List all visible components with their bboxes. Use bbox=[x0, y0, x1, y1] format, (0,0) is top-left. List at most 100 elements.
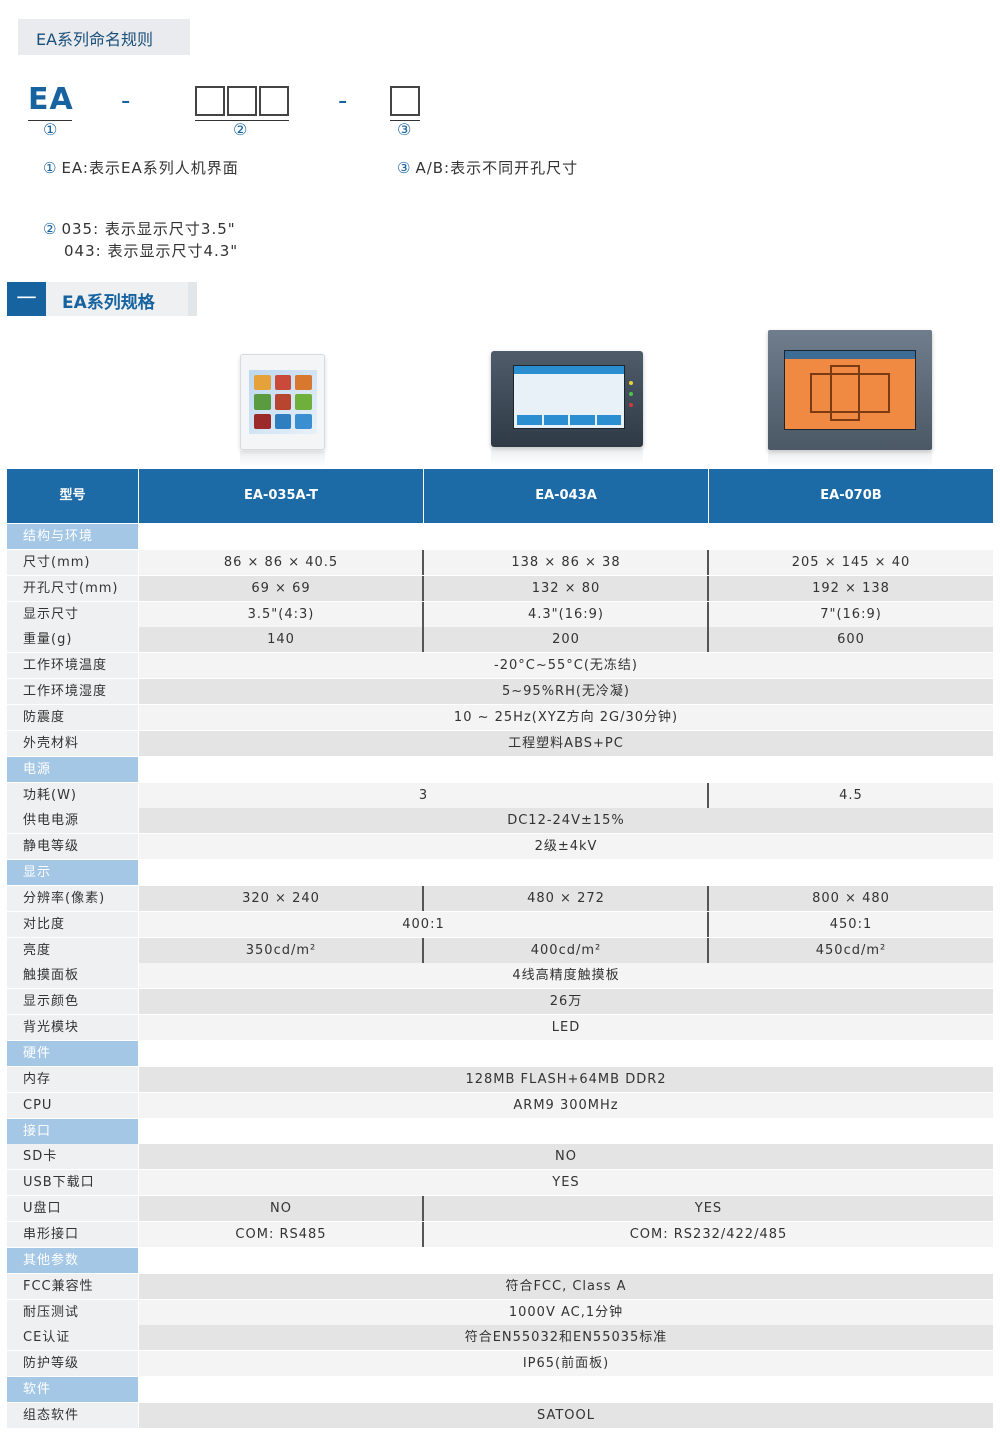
code-dash-1: - bbox=[121, 86, 131, 116]
table-row: 外壳材料 工程塑料ABS+PC bbox=[7, 730, 993, 757]
row-label: 防震度 bbox=[7, 704, 138, 730]
device-reflection bbox=[491, 448, 643, 466]
code-prefix: EA bbox=[28, 82, 74, 117]
row-value: 86 × 86 × 40.5 bbox=[139, 549, 423, 575]
row-value: DC12-24V±15% bbox=[139, 808, 993, 834]
category-row: 结构与环境 bbox=[7, 524, 993, 550]
status-leds bbox=[629, 381, 633, 411]
row-value: IP65(前面板) bbox=[139, 1351, 993, 1377]
row-value: 400cd/m² bbox=[424, 937, 708, 963]
cell-separator bbox=[422, 627, 424, 653]
category-filler bbox=[139, 1041, 993, 1066]
row-label: 工作环境湿度 bbox=[7, 679, 138, 705]
table-row: 背光模块 LED bbox=[7, 1015, 993, 1041]
row-label: 串形接口 bbox=[7, 1221, 138, 1247]
table-row: 对比度 400:1 450:1 bbox=[7, 911, 993, 938]
row-label: 内存 bbox=[7, 1066, 138, 1092]
cell-separator bbox=[707, 575, 709, 601]
category-filler bbox=[139, 860, 993, 886]
category-label: 其他参数 bbox=[7, 1247, 138, 1273]
row-value: 1000V AC,1分钟 bbox=[139, 1299, 993, 1325]
category-row: 接口 bbox=[7, 1118, 993, 1145]
row-value: 320 × 240 bbox=[139, 885, 423, 911]
row-value: YES bbox=[139, 1170, 993, 1196]
row-label: 背光模块 bbox=[7, 1015, 138, 1041]
category-filler bbox=[139, 756, 993, 782]
row-value: 480 × 272 bbox=[424, 885, 708, 911]
row-value: 符合EN55032和EN55035标准 bbox=[139, 1325, 993, 1351]
spec-section-title: EA系列规格 bbox=[62, 293, 155, 313]
device-image-ea035 bbox=[240, 354, 325, 450]
row-value: 140 bbox=[139, 627, 423, 653]
device-reflection bbox=[768, 451, 932, 467]
row-label: 亮度 bbox=[7, 937, 138, 963]
row-value: 4.3"(16:9) bbox=[424, 601, 708, 627]
row-label: 对比度 bbox=[7, 911, 138, 937]
legend-item-2b: 043: 表示显示尺寸4.3" bbox=[64, 240, 238, 261]
category-filler bbox=[139, 1247, 993, 1273]
category-label: 接口 bbox=[7, 1118, 138, 1144]
row-value: 132 × 80 bbox=[424, 575, 708, 601]
row-value: 350cd/m² bbox=[139, 937, 423, 963]
table-row: FCC兼容性 符合FCC, Class A bbox=[7, 1273, 993, 1300]
table-row: 尺寸(mm) 86 × 86 × 40.5 138 × 86 × 38 205 × 1… bbox=[7, 549, 993, 576]
table-row: 功耗(W) 3 4.5 bbox=[7, 782, 993, 809]
row-value: NO bbox=[139, 1144, 993, 1170]
category-label: 硬件 bbox=[7, 1041, 138, 1066]
row-value: 450cd/m² bbox=[709, 937, 993, 963]
table-row: CPU ARM9 300MHz bbox=[7, 1092, 993, 1119]
row-value: COM: RS485 bbox=[139, 1221, 423, 1247]
legend-text: 035: 表示显示尺寸3.5" bbox=[61, 220, 236, 238]
row-label: 静电等级 bbox=[7, 834, 138, 860]
row-label: FCC兼容性 bbox=[7, 1273, 138, 1299]
cell-separator bbox=[422, 937, 424, 963]
row-value: 3.5"(4:3) bbox=[139, 601, 423, 627]
row-value: 4线高精度触摸板 bbox=[139, 963, 993, 989]
category-row: 电源 bbox=[7, 756, 993, 783]
row-label: 工作环境温度 bbox=[7, 653, 138, 679]
code-box-2 bbox=[227, 86, 257, 116]
device-image-ea070 bbox=[768, 330, 932, 450]
row-label: 外壳材料 bbox=[7, 730, 138, 756]
cell-separator bbox=[422, 575, 424, 601]
row-value: 4.5 bbox=[709, 782, 993, 808]
row-label: 供电电源 bbox=[7, 808, 138, 834]
legend-text: A/B:表示不同开孔尺寸 bbox=[415, 159, 579, 177]
row-label: 显示尺寸 bbox=[7, 601, 138, 627]
row-label: SD卡 bbox=[7, 1144, 138, 1170]
code-dash-2: - bbox=[338, 86, 348, 116]
cell-separator bbox=[707, 782, 709, 808]
row-value: 200 bbox=[424, 627, 708, 653]
table-row: CE认证 符合EN55032和EN55035标准 bbox=[7, 1325, 993, 1351]
row-value: 3 bbox=[139, 782, 708, 808]
table-row: 静电等级 2级±4kV bbox=[7, 834, 993, 860]
cell-separator bbox=[707, 601, 709, 627]
legend-item-3: ③ A/B:表示不同开孔尺寸 bbox=[397, 157, 578, 178]
row-value: 600 bbox=[709, 627, 993, 653]
row-label: 耐压测试 bbox=[7, 1299, 138, 1325]
row-value: 工程塑料ABS+PC bbox=[139, 730, 993, 756]
row-label: 显示颜色 bbox=[7, 989, 138, 1015]
marker-2: ② bbox=[233, 120, 248, 139]
table-row: 工作环境湿度 5~95%RH(无冷凝) bbox=[7, 679, 993, 705]
cell-separator bbox=[707, 911, 709, 937]
cell-separator bbox=[422, 1221, 424, 1247]
code-box-1 bbox=[195, 86, 225, 116]
table-row: 重量(g) 140 200 600 bbox=[7, 627, 993, 653]
category-filler bbox=[139, 1377, 993, 1403]
row-value: 符合FCC, Class A bbox=[139, 1273, 993, 1299]
cell-separator bbox=[707, 627, 709, 653]
row-label: U盘口 bbox=[7, 1196, 138, 1222]
row-label: CE认证 bbox=[7, 1325, 138, 1351]
row-value: ARM9 300MHz bbox=[139, 1092, 993, 1118]
device-image-ea043 bbox=[491, 351, 643, 447]
header-model-1: EA-035A-T bbox=[244, 488, 318, 503]
table-row: 组态软件 SATOOL bbox=[7, 1402, 993, 1429]
category-filler bbox=[139, 524, 993, 549]
device-screen bbox=[513, 365, 625, 429]
category-row: 软件 bbox=[7, 1377, 993, 1403]
table-header: 型号 EA-035A-T EA-043A EA-070B bbox=[7, 469, 993, 523]
table-row: USB下载口 YES bbox=[7, 1170, 993, 1196]
header-edge bbox=[188, 282, 197, 316]
row-label: CPU bbox=[7, 1092, 138, 1118]
